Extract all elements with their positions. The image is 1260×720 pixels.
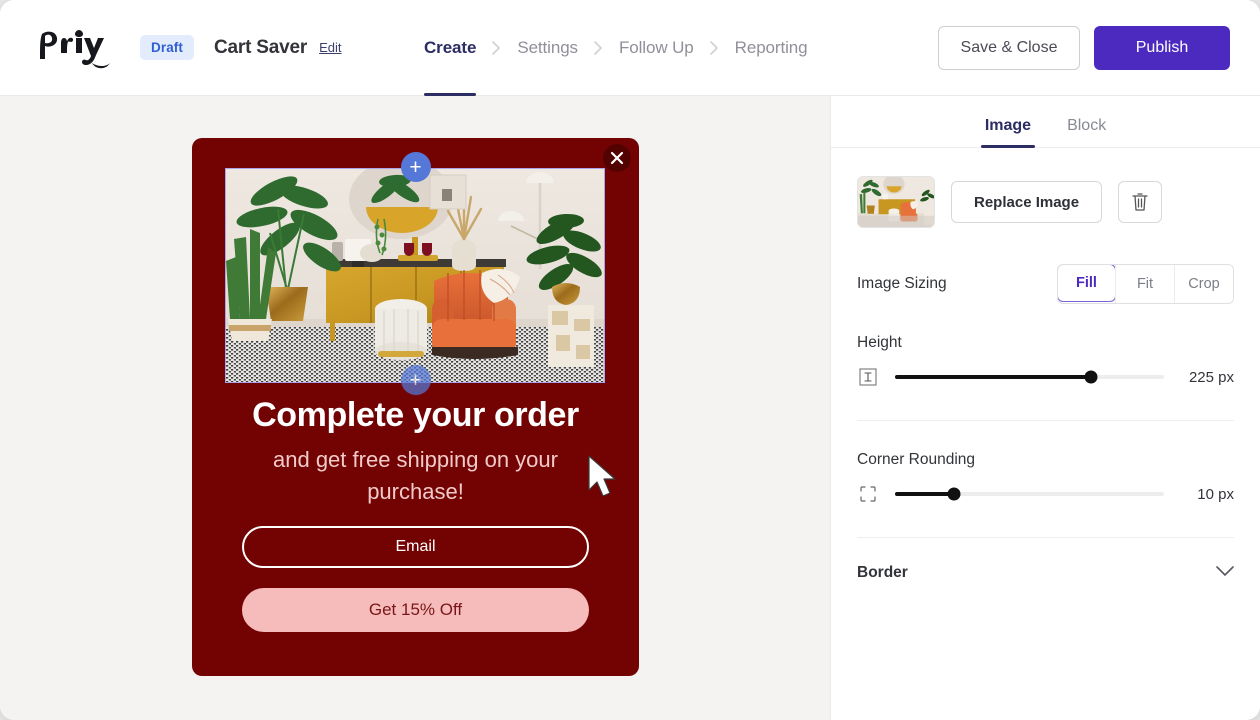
image-sizing-label: Image Sizing (857, 275, 947, 292)
sizing-option-fit[interactable]: Fit (1115, 265, 1174, 303)
edit-campaign-name-link[interactable]: Edit (319, 40, 341, 55)
cta-button[interactable]: Get 15% Off (242, 588, 589, 632)
height-slider-track[interactable] (895, 370, 1164, 384)
trash-icon[interactable] (1118, 181, 1163, 223)
height-label: Height (857, 334, 902, 351)
step-create[interactable]: Create (424, 0, 477, 96)
topbar-actions: Save & Close Publish (938, 26, 1230, 70)
email-input[interactable]: Email (242, 526, 589, 568)
image-thumbnail[interactable] (857, 176, 935, 228)
popup-headline[interactable]: Complete your order (192, 396, 639, 435)
add-block-handle-top[interactable]: + (400, 152, 431, 182)
properties-panel: Image Block Replace Image Image Sizing F… (830, 96, 1260, 720)
corner-rounding-slider-row: 10 px (857, 483, 1234, 505)
publish-button[interactable]: Publish (1094, 26, 1230, 70)
panel-tabs: Image Block (831, 96, 1260, 148)
popup-image-block[interactable] (225, 168, 605, 383)
step-settings[interactable]: Settings (517, 0, 578, 96)
sizing-option-fill[interactable]: Fill (1058, 265, 1116, 302)
step-follow-up[interactable]: Follow Up (619, 0, 694, 96)
height-slider-row: 225 px (857, 366, 1234, 388)
panel-body: Replace Image Image Sizing Fill Fit Crop… (831, 176, 1260, 582)
app-window: Draft Cart Saver Edit Create Settings Fo… (0, 0, 1260, 720)
campaign-name: Cart Saver (214, 36, 308, 58)
chevron-right-icon (709, 41, 719, 55)
corner-rounding-slider-thumb[interactable] (947, 487, 961, 501)
step-reporting[interactable]: Reporting (735, 0, 808, 96)
height-section: Height 225 px (857, 334, 1234, 388)
image-sizing-segmented-control: Fill Fit Crop (1057, 264, 1234, 304)
corner-rounding-slider-fill (895, 492, 955, 496)
section-divider (857, 537, 1234, 538)
chevron-right-icon (492, 41, 501, 55)
chevron-down-icon[interactable] (1216, 564, 1234, 582)
close-icon[interactable] (603, 144, 631, 172)
privy-logo[interactable] (34, 25, 112, 71)
image-sizing-row: Image Sizing Fill Fit Crop (857, 264, 1234, 304)
corner-rounding-value: 10 px (1197, 485, 1234, 503)
status-badge: Draft (140, 35, 195, 60)
replace-image-button[interactable]: Replace Image (951, 181, 1103, 223)
section-divider (857, 420, 1234, 421)
popup-preview: + + Complete your order and get free shi… (192, 138, 639, 676)
image-source-row: Replace Image (857, 176, 1234, 228)
add-block-handle-bottom[interactable]: + (400, 365, 431, 395)
corner-rounding-section: Corner Rounding 10 px (857, 451, 1234, 505)
tab-image[interactable]: Image (980, 117, 1036, 148)
save-and-close-button[interactable]: Save & Close (938, 26, 1080, 70)
tab-block[interactable]: Block (1067, 117, 1106, 147)
border-section-toggle[interactable]: Border (857, 564, 1234, 582)
corner-rounding-slider-track[interactable] (895, 487, 1164, 501)
top-bar: Draft Cart Saver Edit Create Settings Fo… (0, 0, 1260, 96)
height-icon (857, 366, 879, 388)
corner-radius-icon (857, 483, 879, 505)
step-nav: Create Settings Follow Up Reporting (424, 0, 808, 96)
sizing-option-crop[interactable]: Crop (1174, 265, 1233, 303)
popup-subheadline[interactable]: and get free shipping on your purchase! (226, 444, 605, 508)
height-slider-thumb[interactable] (1084, 370, 1098, 384)
height-slider-fill (895, 375, 1092, 379)
interior-room-image (226, 169, 604, 382)
editor-canvas: + + Complete your order and get free shi… (0, 96, 830, 720)
corner-rounding-label: Corner Rounding (857, 451, 976, 468)
chevron-right-icon (594, 41, 603, 55)
height-value: 225 px (1188, 368, 1234, 386)
border-label: Border (857, 564, 908, 581)
